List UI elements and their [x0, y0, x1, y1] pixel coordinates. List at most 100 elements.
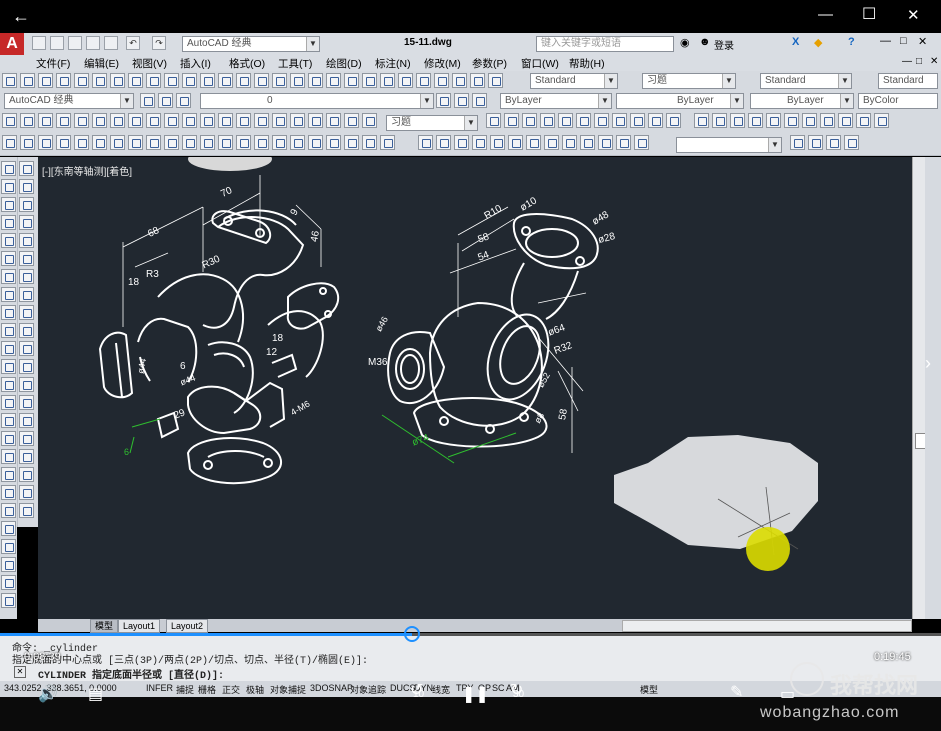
toolbar-button-icon[interactable]: [164, 73, 179, 88]
side-tool-icon[interactable]: [1, 395, 16, 410]
drawing-canvas[interactable]: [-][东南等轴测][着色] 70 68 9 46 R3 R30 18 12 1…: [38, 157, 912, 619]
next-chevron-icon[interactable]: ›: [925, 353, 931, 374]
side-tool-icon[interactable]: [1, 287, 16, 302]
toolbar-button-icon[interactable]: [110, 135, 125, 150]
menu-format[interactable]: 格式(O): [229, 56, 265, 71]
mdi-restore-icon[interactable]: □: [916, 56, 922, 67]
side-tool-icon[interactable]: [1, 539, 16, 554]
status-toggle[interactable]: 捕捉: [176, 683, 194, 696]
toolbar-button-icon[interactable]: [844, 135, 859, 150]
toolbar-button-icon[interactable]: [308, 135, 323, 150]
toolbar-button-icon[interactable]: [454, 93, 469, 108]
toolbar-button-icon[interactable]: [436, 135, 451, 150]
cad-close-icon[interactable]: ✕: [918, 35, 927, 48]
toolbar-button-icon[interactable]: [730, 113, 745, 128]
toolbar-button-icon[interactable]: [56, 113, 71, 128]
toolbar-button-icon[interactable]: [182, 135, 197, 150]
pen-icon[interactable]: ✎: [730, 682, 743, 702]
toolbar-button-icon[interactable]: [434, 73, 449, 88]
menu-insert[interactable]: 插入(I): [180, 56, 211, 71]
toolbar-button-icon[interactable]: [182, 73, 197, 88]
side-tool-icon[interactable]: [1, 215, 16, 230]
cad-minimize-icon[interactable]: —: [880, 35, 891, 47]
pause-icon[interactable]: ❚❚: [462, 684, 489, 704]
toolbar-button-icon[interactable]: [92, 135, 107, 150]
toolbar-button-icon[interactable]: [128, 113, 143, 128]
side-tool-icon[interactable]: [19, 215, 34, 230]
toolbar-button-icon[interactable]: [92, 73, 107, 88]
side-tool-icon[interactable]: [1, 251, 16, 266]
mdi-close-icon[interactable]: ✕: [930, 56, 938, 67]
dim-style-select-2[interactable]: 习题 ▼: [386, 115, 478, 131]
toolbar-button-icon[interactable]: [344, 113, 359, 128]
layer-select[interactable]: 0 ▼: [200, 93, 434, 109]
toolbar-button-icon[interactable]: [648, 113, 663, 128]
toolbar-button-icon[interactable]: [110, 113, 125, 128]
toolbar-button-icon[interactable]: [802, 113, 817, 128]
side-tool-icon[interactable]: [1, 575, 16, 590]
toolbar-button-icon[interactable]: [158, 93, 173, 108]
toolbar-button-icon[interactable]: [254, 73, 269, 88]
side-tool-icon[interactable]: [1, 413, 16, 428]
side-tool-icon[interactable]: [19, 233, 34, 248]
toolbar-button-icon[interactable]: [56, 135, 71, 150]
toolbar-button-icon[interactable]: [486, 113, 501, 128]
toolbar-button-icon[interactable]: [326, 113, 341, 128]
toolbar-button-icon[interactable]: [790, 135, 805, 150]
toolbar-button-icon[interactable]: [92, 113, 107, 128]
mleader-style-select[interactable]: Standard: [878, 73, 938, 89]
status-toggle[interactable]: 线宽: [432, 683, 450, 696]
toolbar-button-icon[interactable]: [74, 73, 89, 88]
maximize-icon[interactable]: ☐: [862, 4, 876, 24]
toolbar-button-icon[interactable]: [576, 113, 591, 128]
status-toggle[interactable]: 正交: [222, 683, 240, 696]
toolbar-button-icon[interactable]: [146, 113, 161, 128]
toolbar-button-icon[interactable]: [472, 93, 487, 108]
text-style-select[interactable]: Standard ▼: [530, 73, 618, 89]
toolbar-button-icon[interactable]: [766, 113, 781, 128]
side-tool-icon[interactable]: [1, 431, 16, 446]
toolbar-button-icon[interactable]: [562, 135, 577, 150]
color-select[interactable]: ByLayer ▼: [500, 93, 612, 109]
toolbar-button-icon[interactable]: [344, 73, 359, 88]
toolbar-button-icon[interactable]: [488, 73, 503, 88]
toolbar-button-icon[interactable]: [110, 73, 125, 88]
dim-style-select[interactable]: 习题 ▼: [642, 73, 736, 89]
volume-icon[interactable]: 🔊: [38, 684, 58, 704]
open-file-icon[interactable]: [50, 36, 64, 50]
toolbar-button-icon[interactable]: [826, 135, 841, 150]
user-icon[interactable]: ☻: [699, 36, 711, 48]
login-link[interactable]: 登录: [714, 37, 734, 52]
side-tool-icon[interactable]: [1, 179, 16, 194]
status-toggle[interactable]: 对象追踪: [350, 683, 386, 696]
toolbar-button-icon[interactable]: [326, 135, 341, 150]
toolbar-button-icon[interactable]: [218, 73, 233, 88]
side-tool-icon[interactable]: [1, 485, 16, 500]
toolbar-button-icon[interactable]: [164, 135, 179, 150]
side-tool-icon[interactable]: [1, 341, 16, 356]
minimize-icon[interactable]: —: [818, 6, 833, 23]
toolbar-button-icon[interactable]: [540, 113, 555, 128]
toolbar-button-icon[interactable]: [200, 135, 215, 150]
toolbar-button-icon[interactable]: [454, 135, 469, 150]
side-tool-icon[interactable]: [1, 269, 16, 284]
toolbar-button-icon[interactable]: [558, 113, 573, 128]
toolbar-button-icon[interactable]: [362, 73, 377, 88]
toolbar-button-icon[interactable]: [182, 113, 197, 128]
menu-edit[interactable]: 编辑(E): [84, 56, 119, 71]
toolbar-button-icon[interactable]: [38, 73, 53, 88]
side-tool-icon[interactable]: [19, 341, 34, 356]
toolbar-button-icon[interactable]: [838, 113, 853, 128]
close-icon[interactable]: ✕: [907, 6, 920, 24]
side-tool-icon[interactable]: [1, 323, 16, 338]
toolbar-button-icon[interactable]: [236, 73, 251, 88]
toolbar-button-icon[interactable]: [820, 113, 835, 128]
toolbar-button-icon[interactable]: [164, 113, 179, 128]
horizontal-scrollbar[interactable]: [622, 620, 912, 632]
subtitles-icon[interactable]: ▤: [88, 684, 103, 704]
toolbar-button-icon[interactable]: [784, 113, 799, 128]
status-toggle[interactable]: 对象捕捉: [270, 683, 306, 696]
print-icon[interactable]: [104, 36, 118, 50]
toolbar-button-icon[interactable]: [598, 135, 613, 150]
lock-icon[interactable]: ◆: [814, 36, 822, 49]
